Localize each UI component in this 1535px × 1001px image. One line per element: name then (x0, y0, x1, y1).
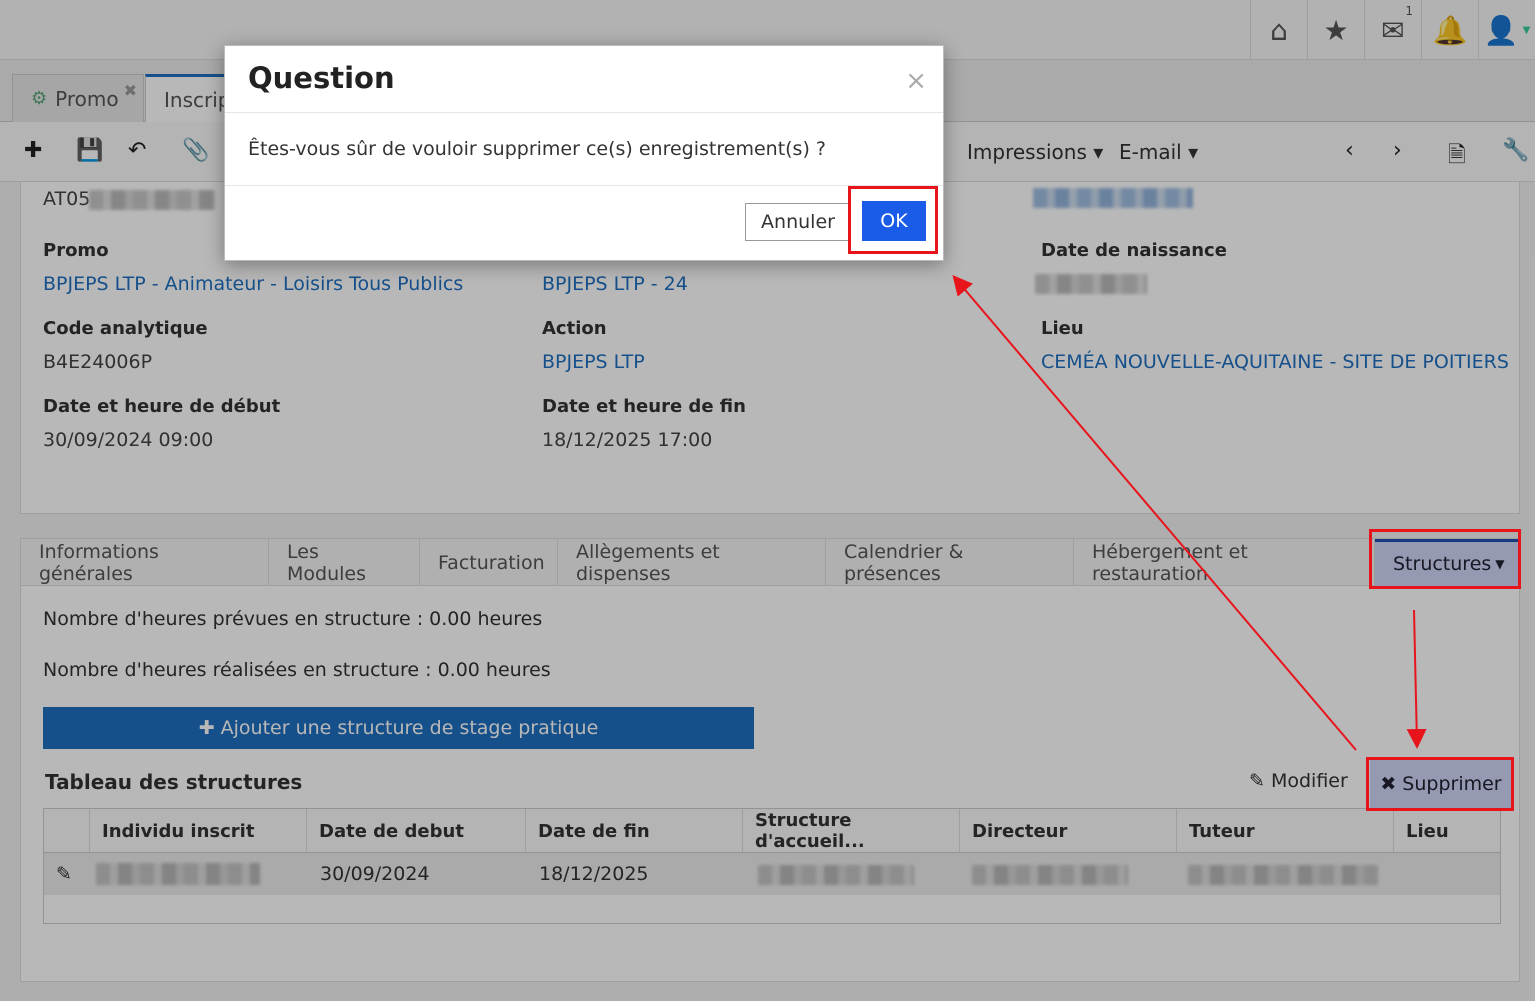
arrow-to-ok (952, 274, 1357, 751)
annotation-arrows (952, 274, 1427, 751)
arrow-to-delete (1406, 609, 1427, 749)
